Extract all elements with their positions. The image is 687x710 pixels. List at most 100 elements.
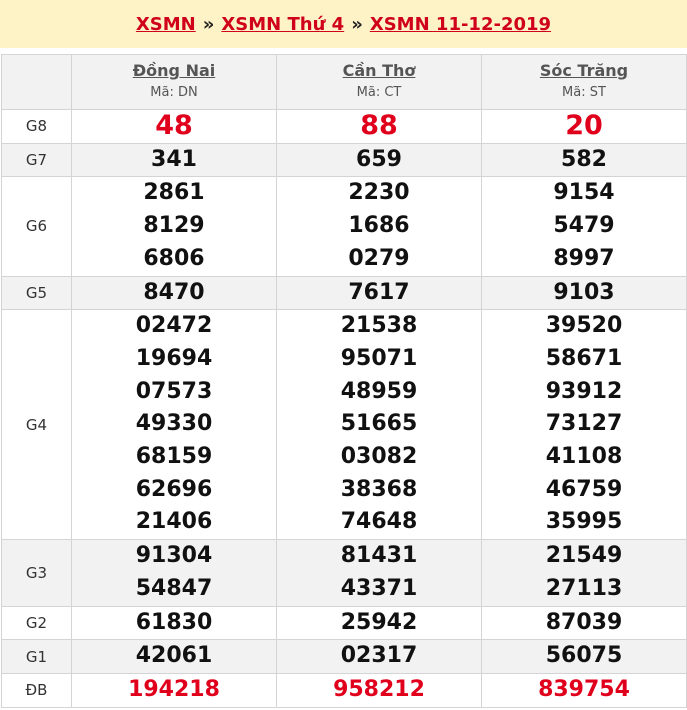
prize-number: 839754 [538,676,630,702]
prize-number: 19694 [135,345,213,371]
prize-cell: 2230 1686 0279 [276,176,482,277]
prize-number: 20 [565,110,603,141]
prize-number: 39520 [545,313,623,339]
prize-number: 958212 [333,676,425,702]
prize-number: 9103 [553,279,615,305]
prize-number: 73127 [545,411,623,437]
prize-cell: 88 [276,109,482,144]
prize-label: G8 [1,109,72,144]
prize-cell: 42061 [71,639,277,674]
prize-cell: 659 [276,142,482,178]
prize-number: 582 [561,146,607,172]
province-link[interactable]: Sóc Trăng [482,61,686,81]
prize-number: 95071 [340,345,418,371]
table-row: G6 2861 8129 6806 2230 1686 0279 9154 5479 8997 [1,176,687,277]
prize-cell: 91304 54847 [71,539,277,607]
prize-cell: 25942 [276,605,482,641]
prize-number: 659 [356,146,402,172]
breadcrumb-separator: » [202,13,215,35]
prize-cell: 21538 95071 48959 51665 03082 38368 74648 [276,309,482,541]
prize-label: G7 [1,142,72,178]
table-row: G7 341 659 582 [1,142,687,178]
prize-number: 02472 [135,313,213,339]
prize-cell: 839754 [481,672,687,708]
prize-number: 194218 [128,676,220,702]
prize-number: 58671 [545,345,623,371]
prize-cell: 9154 5479 8997 [481,176,687,277]
table-row: G1 42061 02317 56075 [1,639,687,674]
prize-cell: 02317 [276,639,482,674]
prize-cell: 341 [71,142,277,178]
table-row: G5 8470 7617 9103 [1,275,687,311]
breadcrumb-link-xsmn-thu4[interactable]: XSMN Thứ 4 [221,14,344,35]
prize-number: 93912 [545,378,623,404]
prize-number: 8997 [553,245,615,271]
prize-number: 21549 [545,543,623,569]
breadcrumb: XSMN » XSMN Thứ 4 » XSMN 11-12-2019 [0,0,687,48]
prize-number: 43371 [340,575,418,601]
prize-number: 81431 [340,543,418,569]
prize-cell: 958212 [276,672,482,708]
table-row: G4 02472 19694 07573 49330 68159 62696 21406 215… [1,309,687,541]
breadcrumb-link-xsmn[interactable]: XSMN [136,14,196,35]
prize-label: G3 [1,539,72,607]
province-header-can-tho: Cần Thơ Mã: CT [276,54,482,110]
prize-number: 56075 [545,643,623,669]
province-code: Mã: ST [562,85,606,100]
breadcrumb-link-xsmn-date[interactable]: XSMN 11-12-2019 [370,14,551,35]
prize-number: 49330 [135,411,213,437]
prize-cell: 20 [481,109,687,144]
prize-number: 38368 [340,476,418,502]
prize-number: 2230 [348,180,410,206]
prize-cell: 48 [71,109,277,144]
prize-cell: 2861 8129 6806 [71,176,277,277]
prize-number: 21406 [135,509,213,535]
prize-number: 9154 [553,180,615,206]
prize-cell: 56075 [481,639,687,674]
prize-number: 7617 [348,279,410,305]
prize-number: 88 [360,110,398,141]
prize-number: 02317 [340,643,418,669]
prize-number: 87039 [545,609,623,635]
prize-number: 341 [151,146,197,172]
table-row: G3 91304 54847 81431 43371 21549 27113 [1,539,687,607]
prize-number: 0279 [348,245,410,271]
prize-number: 03082 [340,444,418,470]
prize-number: 68159 [135,444,213,470]
prize-label: G6 [1,176,72,277]
province-link[interactable]: Cần Thơ [277,61,481,81]
prize-number: 48 [155,110,193,141]
prize-cell: 87039 [481,605,687,641]
prize-number: 07573 [135,378,213,404]
prize-number: 48959 [340,378,418,404]
prize-label: ĐB [1,672,72,708]
table-row: ĐB 194218 958212 839754 [1,672,687,708]
prize-number: 25942 [340,609,418,635]
prize-number: 91304 [135,543,213,569]
table-header-row: Đồng Nai Mã: DN Cần Thơ Mã: CT Sóc Trăng… [1,54,687,110]
prize-cell: 9103 [481,275,687,311]
province-link[interactable]: Đồng Nai [72,61,276,81]
prize-number: 35995 [545,509,623,535]
prize-cell: 61830 [71,605,277,641]
prize-number: 8129 [143,213,205,239]
page: XSMN » XSMN Thứ 4 » XSMN 11-12-2019 Đồng… [0,0,687,710]
province-code: Mã: DN [150,85,198,100]
province-header-soc-trang: Sóc Trăng Mã: ST [481,54,687,110]
prize-table-body: G8 48 88 20 G7 341 659 582 G6 2861 8129 6806 2230 168… [1,109,687,708]
prize-cell: 582 [481,142,687,178]
prize-number: 8470 [143,279,205,305]
province-header-dong-nai: Đồng Nai Mã: DN [71,54,277,110]
prize-number: 61830 [135,609,213,635]
prize-number: 2861 [143,180,205,206]
prize-number: 27113 [545,575,623,601]
prize-number: 54847 [135,575,213,601]
prize-cell: 39520 58671 93912 73127 41108 46759 35995 [481,309,687,541]
prize-cell: 02472 19694 07573 49330 68159 62696 21406 [71,309,277,541]
header-blank-cell [1,54,72,110]
prize-label: G4 [1,309,72,541]
prize-cell: 7617 [276,275,482,311]
prize-number: 42061 [135,643,213,669]
prize-number: 21538 [340,313,418,339]
table-row: G8 48 88 20 [1,109,687,144]
